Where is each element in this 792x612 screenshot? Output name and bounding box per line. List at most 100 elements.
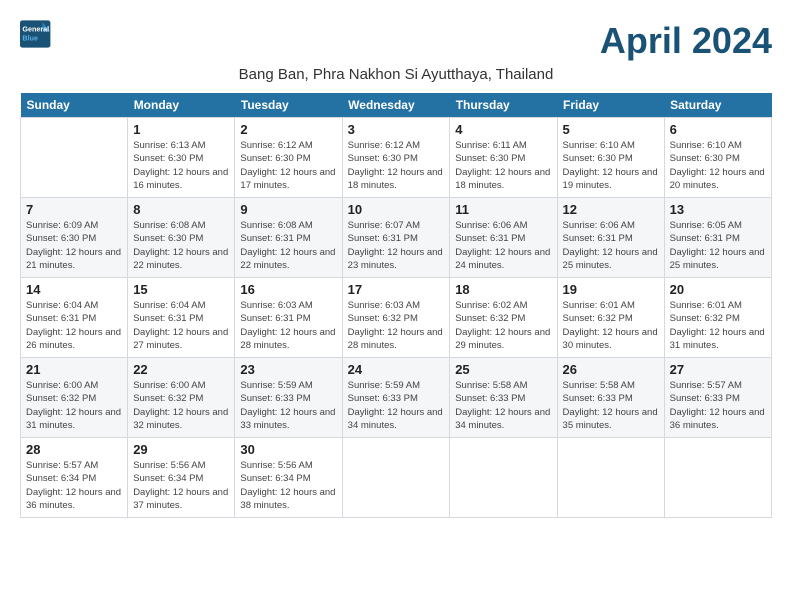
calendar-cell: 27 Sunrise: 5:57 AM Sunset: 6:33 PM Dayli… [664, 358, 771, 438]
day-info: Sunrise: 6:03 AM Sunset: 6:31 PM Dayligh… [240, 299, 336, 352]
calendar-cell: 22 Sunrise: 6:00 AM Sunset: 6:32 PM Dayli… [128, 358, 235, 438]
week-row-1: 1Sunrise: 6:13 AM Sunset: 6:30 PM Daylig… [21, 118, 772, 198]
day-info: Sunrise: 6:01 AM Sunset: 6:32 PM Dayligh… [563, 299, 659, 352]
day-info: Sunrise: 6:11 AM Sunset: 6:30 PM Dayligh… [455, 139, 551, 192]
logo-icon: General Blue [20, 20, 52, 48]
calendar-cell: 11 Sunrise: 6:06 AM Sunset: 6:31 PM Dayli… [450, 198, 557, 278]
calendar-cell: 2 Sunrise: 6:12 AM Sunset: 6:30 PM Daylig… [235, 118, 342, 198]
calendar-cell: 26 Sunrise: 5:58 AM Sunset: 6:33 PM Dayli… [557, 358, 664, 438]
calendar-cell: 23 Sunrise: 5:59 AM Sunset: 6:33 PM Dayli… [235, 358, 342, 438]
day-info: Sunrise: 6:04 AM Sunset: 6:31 PM Dayligh… [26, 299, 122, 352]
calendar-cell: 9Sunrise: 6:08 AM Sunset: 6:31 PM Daylig… [235, 198, 342, 278]
day-number: 5 [563, 122, 659, 137]
day-info: Sunrise: 6:00 AM Sunset: 6:32 PM Dayligh… [133, 379, 229, 432]
day-number: 25 [455, 362, 551, 377]
calendar-cell: 6 Sunrise: 6:10 AM Sunset: 6:30 PM Daylig… [664, 118, 771, 198]
calendar-cell [342, 438, 450, 518]
calendar-cell: 20Sunrise: 6:01 AM Sunset: 6:32 PM Dayli… [664, 278, 771, 358]
day-info: Sunrise: 6:08 AM Sunset: 6:30 PM Dayligh… [133, 219, 229, 272]
weekday-header-row: SundayMondayTuesdayWednesdayThursdayFrid… [21, 93, 772, 118]
day-info: Sunrise: 6:10 AM Sunset: 6:30 PM Dayligh… [563, 139, 659, 192]
calendar-cell: 17 Sunrise: 6:03 AM Sunset: 6:32 PM Dayli… [342, 278, 450, 358]
logo-area: General Blue [20, 20, 54, 48]
day-number: 23 [240, 362, 336, 377]
day-number: 17 [348, 282, 445, 297]
day-info: Sunrise: 6:02 AM Sunset: 6:32 PM Dayligh… [455, 299, 551, 352]
calendar-cell: 13 Sunrise: 6:05 AM Sunset: 6:31 PM Dayli… [664, 198, 771, 278]
weekday-header-tuesday: Tuesday [235, 93, 342, 118]
day-info: Sunrise: 6:00 AM Sunset: 6:32 PM Dayligh… [26, 379, 122, 432]
day-number: 14 [26, 282, 122, 297]
day-info: Sunrise: 5:58 AM Sunset: 6:33 PM Dayligh… [563, 379, 659, 432]
day-number: 13 [670, 202, 766, 217]
weekday-header-friday: Friday [557, 93, 664, 118]
svg-text:General: General [22, 25, 49, 34]
calendar-cell: 19 Sunrise: 6:01 AM Sunset: 6:32 PM Dayli… [557, 278, 664, 358]
day-info: Sunrise: 5:57 AM Sunset: 6:33 PM Dayligh… [670, 379, 766, 432]
calendar-cell: 28 Sunrise: 5:57 AM Sunset: 6:34 PM Dayli… [21, 438, 128, 518]
calendar-cell: 1Sunrise: 6:13 AM Sunset: 6:30 PM Daylig… [128, 118, 235, 198]
day-info: Sunrise: 5:59 AM Sunset: 6:33 PM Dayligh… [240, 379, 336, 432]
calendar-cell: 7 Sunrise: 6:09 AM Sunset: 6:30 PM Daylig… [21, 198, 128, 278]
day-number: 18 [455, 282, 551, 297]
day-info: Sunrise: 6:03 AM Sunset: 6:32 PM Dayligh… [348, 299, 445, 352]
calendar-cell: 12 Sunrise: 6:06 AM Sunset: 6:31 PM Dayli… [557, 198, 664, 278]
day-number: 16 [240, 282, 336, 297]
calendar-cell: 3Sunrise: 6:12 AM Sunset: 6:30 PM Daylig… [342, 118, 450, 198]
day-info: Sunrise: 6:06 AM Sunset: 6:31 PM Dayligh… [563, 219, 659, 272]
day-number: 12 [563, 202, 659, 217]
month-title: April 2024 [600, 20, 772, 62]
day-number: 19 [563, 282, 659, 297]
month-year-title: April 2024 [600, 20, 772, 62]
day-number: 29 [133, 442, 229, 457]
calendar-cell [557, 438, 664, 518]
weekday-header-saturday: Saturday [664, 93, 771, 118]
day-number: 6 [670, 122, 766, 137]
calendar-cell: 5 Sunrise: 6:10 AM Sunset: 6:30 PM Daylig… [557, 118, 664, 198]
day-number: 27 [670, 362, 766, 377]
day-number: 20 [670, 282, 766, 297]
day-info: Sunrise: 5:57 AM Sunset: 6:34 PM Dayligh… [26, 459, 122, 512]
calendar-cell [450, 438, 557, 518]
day-info: Sunrise: 6:05 AM Sunset: 6:31 PM Dayligh… [670, 219, 766, 272]
calendar-table: SundayMondayTuesdayWednesdayThursdayFrid… [20, 93, 772, 518]
calendar-cell: 15Sunrise: 6:04 AM Sunset: 6:31 PM Dayli… [128, 278, 235, 358]
calendar-cell: 21 Sunrise: 6:00 AM Sunset: 6:32 PM Dayli… [21, 358, 128, 438]
day-info: Sunrise: 6:12 AM Sunset: 6:30 PM Dayligh… [240, 139, 336, 192]
calendar-cell: 14 Sunrise: 6:04 AM Sunset: 6:31 PM Dayli… [21, 278, 128, 358]
calendar-cell: 10Sunrise: 6:07 AM Sunset: 6:31 PM Dayli… [342, 198, 450, 278]
day-number: 28 [26, 442, 122, 457]
weekday-header-thursday: Thursday [450, 93, 557, 118]
week-row-3: 14 Sunrise: 6:04 AM Sunset: 6:31 PM Dayli… [21, 278, 772, 358]
day-info: Sunrise: 5:56 AM Sunset: 6:34 PM Dayligh… [240, 459, 336, 512]
day-number: 21 [26, 362, 122, 377]
day-number: 22 [133, 362, 229, 377]
calendar-cell: 24Sunrise: 5:59 AM Sunset: 6:33 PM Dayli… [342, 358, 450, 438]
day-number: 26 [563, 362, 659, 377]
calendar-cell: 29 Sunrise: 5:56 AM Sunset: 6:34 PM Dayli… [128, 438, 235, 518]
day-info: Sunrise: 5:56 AM Sunset: 6:34 PM Dayligh… [133, 459, 229, 512]
day-info: Sunrise: 6:09 AM Sunset: 6:30 PM Dayligh… [26, 219, 122, 272]
week-row-2: 7 Sunrise: 6:09 AM Sunset: 6:30 PM Daylig… [21, 198, 772, 278]
header: General Blue April 2024 [20, 20, 772, 62]
weekday-header-sunday: Sunday [21, 93, 128, 118]
day-info: Sunrise: 6:06 AM Sunset: 6:31 PM Dayligh… [455, 219, 551, 272]
day-number: 2 [240, 122, 336, 137]
svg-text:Blue: Blue [22, 33, 38, 42]
calendar-cell: 30Sunrise: 5:56 AM Sunset: 6:34 PM Dayli… [235, 438, 342, 518]
day-info: Sunrise: 6:13 AM Sunset: 6:30 PM Dayligh… [133, 139, 229, 192]
location-title: Bang Ban, Phra Nakhon Si Ayutthaya, Thai… [20, 66, 772, 83]
calendar-cell: 4 Sunrise: 6:11 AM Sunset: 6:30 PM Daylig… [450, 118, 557, 198]
day-number: 7 [26, 202, 122, 217]
calendar-cell: 8Sunrise: 6:08 AM Sunset: 6:30 PM Daylig… [128, 198, 235, 278]
day-info: Sunrise: 5:59 AM Sunset: 6:33 PM Dayligh… [348, 379, 445, 432]
calendar-cell: 18 Sunrise: 6:02 AM Sunset: 6:32 PM Dayli… [450, 278, 557, 358]
day-number: 9 [240, 202, 336, 217]
day-number: 11 [455, 202, 551, 217]
calendar-cell: 25Sunrise: 5:58 AM Sunset: 6:33 PM Dayli… [450, 358, 557, 438]
day-info: Sunrise: 6:10 AM Sunset: 6:30 PM Dayligh… [670, 139, 766, 192]
day-number: 4 [455, 122, 551, 137]
calendar-cell [664, 438, 771, 518]
day-info: Sunrise: 6:12 AM Sunset: 6:30 PM Dayligh… [348, 139, 445, 192]
day-number: 10 [348, 202, 445, 217]
